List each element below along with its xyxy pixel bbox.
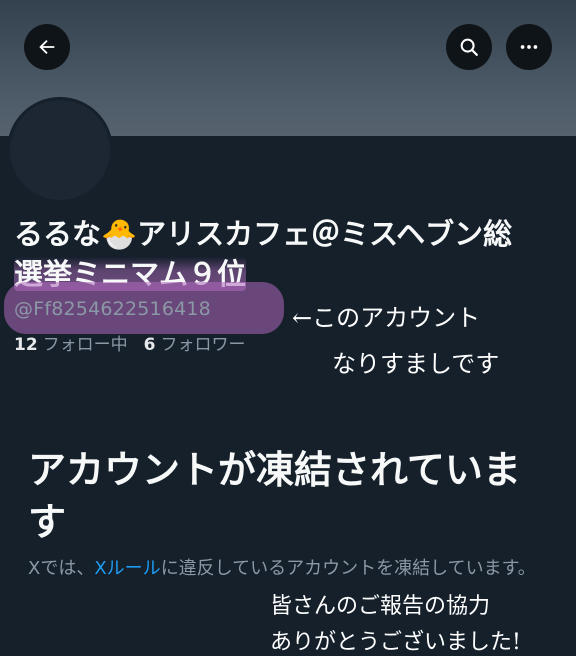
suspended-text-suffix: に違反しているアカウントを凍結しています。 (160, 558, 536, 579)
more-horizontal-icon (520, 45, 538, 49)
followers-link[interactable]: 6 フォロワー (144, 335, 246, 355)
suspended-text-prefix: Xでは、 (28, 558, 95, 579)
chick-emoji-icon: 🐣 (101, 217, 138, 251)
display-name-part1: るるな (14, 217, 102, 251)
user-handle: @Ff8254622516418 (14, 298, 211, 320)
back-button[interactable] (24, 24, 70, 70)
suspended-description: Xでは、Xルールに違反しているアカウントを凍結しています。 (28, 555, 548, 583)
followers-label: フォロワー (160, 335, 246, 355)
follow-stats: 12 フォロー中 6 フォロワー (14, 330, 246, 355)
following-label: フォロー中 (42, 335, 128, 355)
following-link[interactable]: 12 フォロー中 (14, 335, 128, 355)
arrow-left-icon (39, 39, 55, 55)
annotation-thanks-line2: ありがとうございました! (270, 630, 521, 655)
display-name-part2: アリスカフェ＠ミスヘブン総 (137, 217, 513, 251)
avatar[interactable] (10, 100, 110, 200)
search-icon (460, 38, 478, 56)
annotation-thanks-line1: 皆さんのご報告の協力 (270, 594, 491, 619)
search-button[interactable] (446, 24, 492, 70)
following-count: 12 (14, 335, 38, 355)
followers-count: 6 (143, 335, 156, 355)
annotation-impersonation-line1: ←このアカウント (292, 304, 481, 332)
more-button[interactable] (506, 24, 552, 70)
x-rules-link[interactable]: Xルール (94, 558, 160, 579)
annotation-impersonation-line2: なりすましです (332, 350, 500, 378)
suspended-title: アカウントが凍結されています (28, 448, 521, 544)
